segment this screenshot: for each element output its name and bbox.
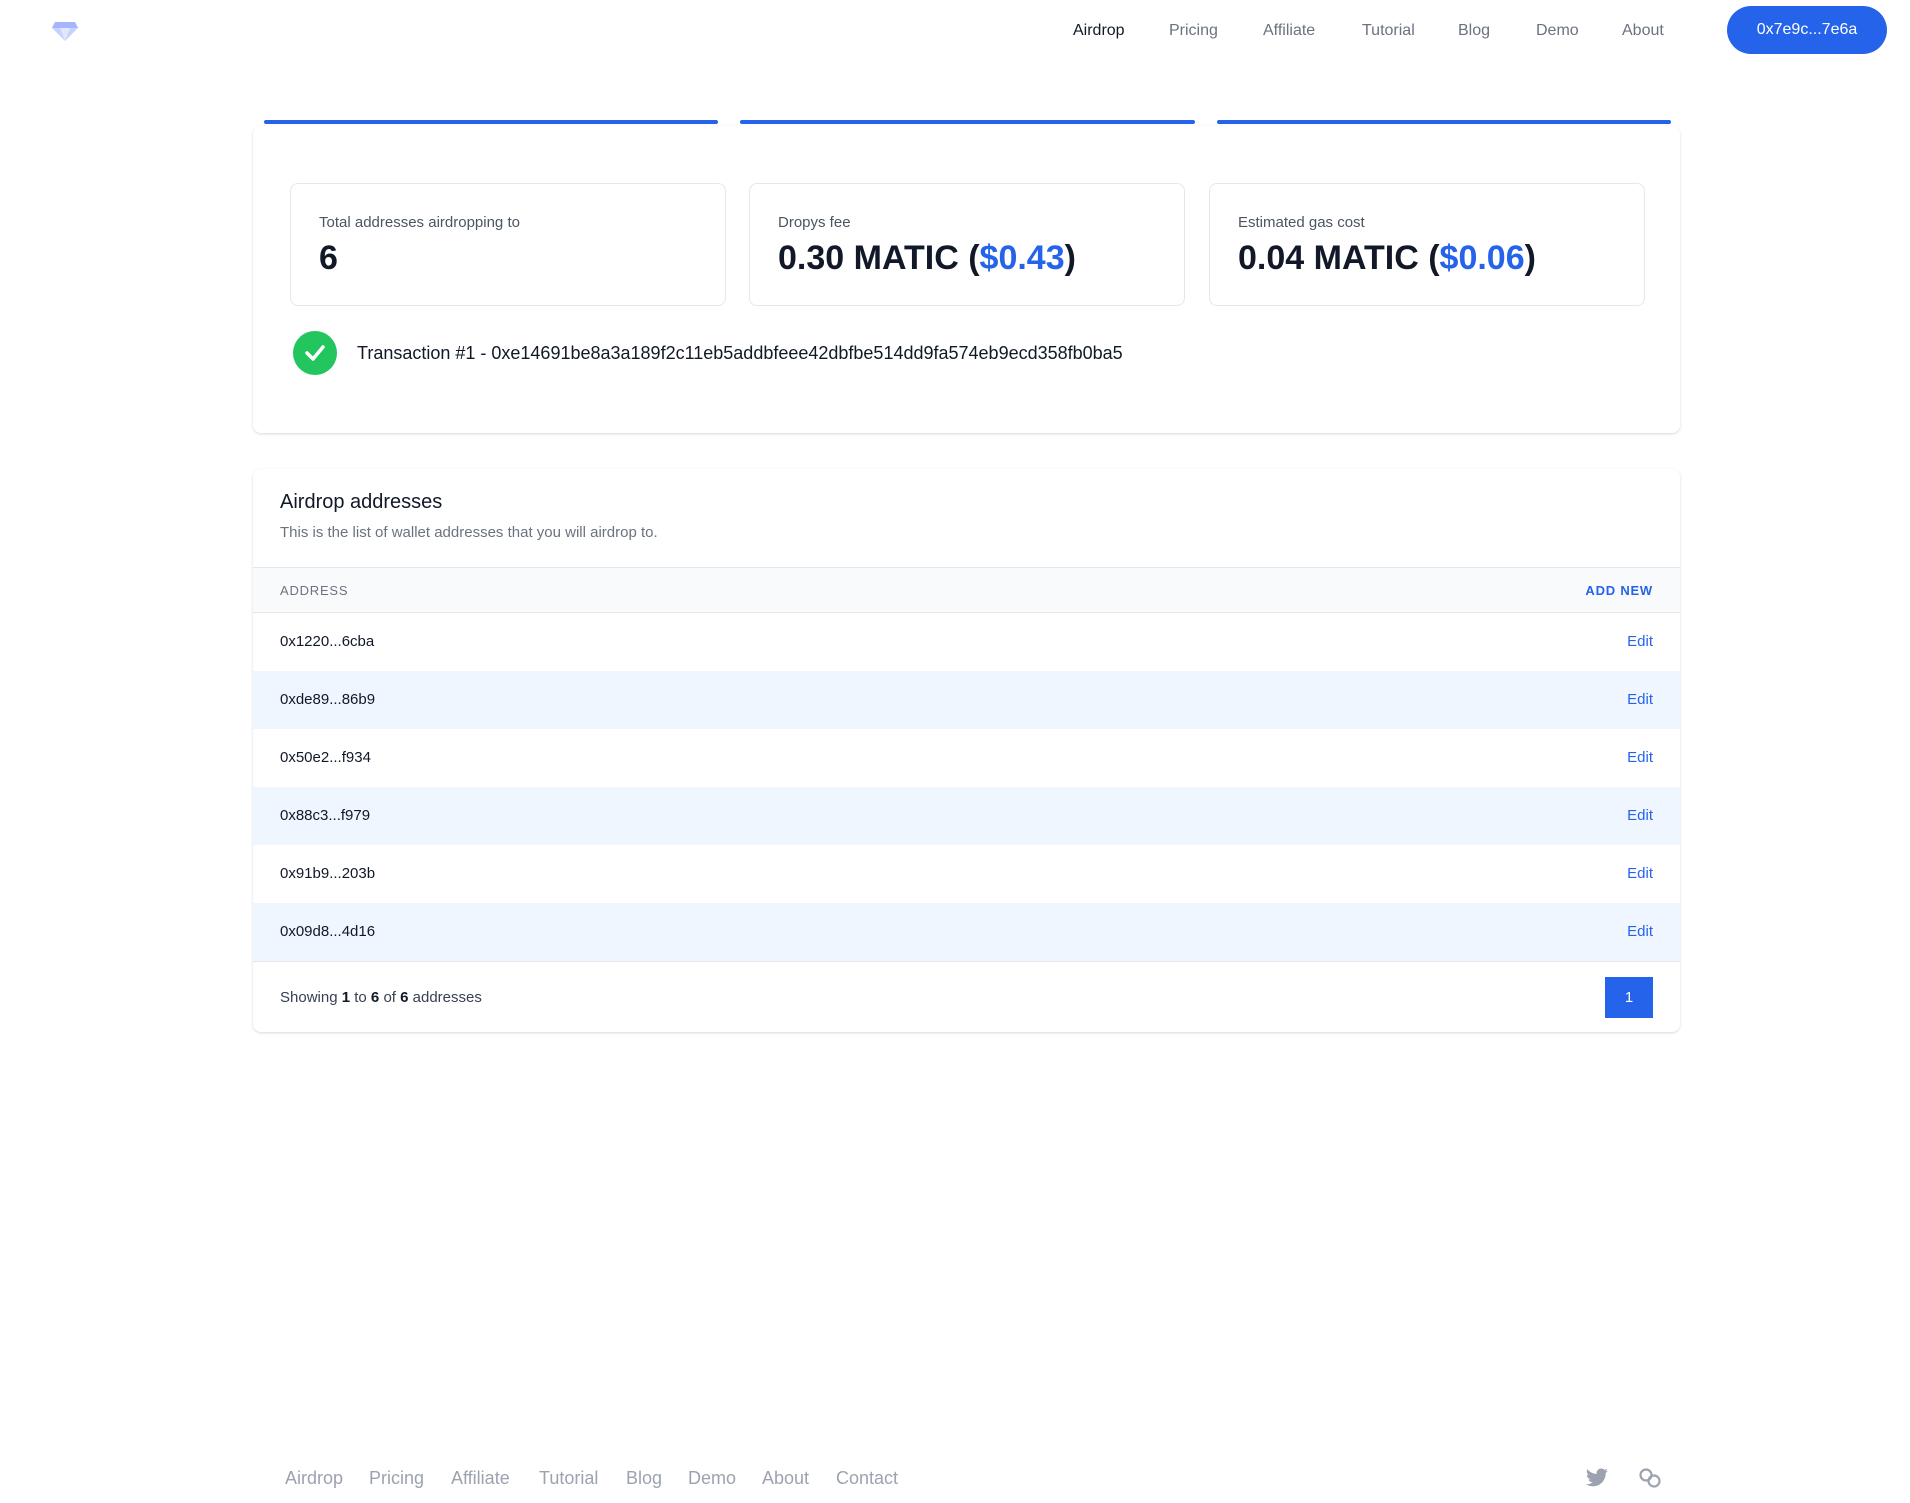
stat-gas-cost: Estimated gas cost 0.04 MATIC ($0.06) (1209, 183, 1645, 306)
nav-tutorial[interactable]: Tutorial (1362, 22, 1415, 40)
twitter-icon[interactable] (1584, 1466, 1610, 1490)
airdrop-addresses-card: Airdrop addresses This is the list of wa… (253, 469, 1680, 1032)
nav-airdrop[interactable]: Airdrop (1073, 22, 1125, 40)
edit-button[interactable]: Edit (1627, 807, 1653, 824)
stat-label: Dropys fee (778, 214, 851, 231)
stat-value: 6 (319, 239, 338, 277)
footer-link-about[interactable]: About (762, 1468, 809, 1489)
diamond-logo-icon[interactable] (52, 20, 78, 42)
stat-label: Estimated gas cost (1238, 214, 1365, 231)
table-row: 0x1220...6cba Edit (253, 613, 1680, 671)
check-circle-icon (293, 331, 337, 375)
footer-link-pricing[interactable]: Pricing (369, 1468, 424, 1489)
top-navbar: Airdrop Pricing Affiliate Tutorial Blog … (0, 0, 1910, 64)
stat-value: 0.04 MATIC ($0.06) (1238, 239, 1536, 277)
step-progress-2 (740, 120, 1195, 124)
step-progress-3 (1217, 120, 1671, 124)
nav-blog[interactable]: Blog (1458, 22, 1490, 40)
stat-label: Total addresses airdropping to (319, 214, 520, 231)
stat-value: 0.30 MATIC ($0.43) (778, 239, 1076, 277)
table-footer: Showing 1 to 6 of 6 addresses 1 (253, 961, 1680, 1032)
footer-link-blog[interactable]: Blog (626, 1468, 662, 1489)
edit-button[interactable]: Edit (1627, 865, 1653, 882)
nav-affiliate[interactable]: Affiliate (1263, 22, 1315, 40)
link-icon[interactable] (1637, 1466, 1663, 1490)
edit-button[interactable]: Edit (1627, 749, 1653, 766)
usd-value: $0.43 (979, 239, 1065, 277)
table-row: 0x91b9...203b Edit (253, 845, 1680, 903)
nav-demo[interactable]: Demo (1536, 22, 1579, 40)
nav-pricing[interactable]: Pricing (1169, 22, 1218, 40)
edit-button[interactable]: Edit (1627, 633, 1653, 650)
edit-button[interactable]: Edit (1627, 923, 1653, 940)
address-value: 0x50e2...f934 (280, 749, 371, 766)
address-value: 0x91b9...203b (280, 865, 376, 882)
step-progress-1 (264, 120, 718, 124)
table-row: 0xde89...86b9 Edit (253, 671, 1680, 729)
address-value: 0x09d8...4d16 (280, 923, 376, 940)
footer-link-demo[interactable]: Demo (688, 1468, 736, 1489)
footer-link-affiliate[interactable]: Affiliate (451, 1468, 510, 1489)
usd-value: $0.06 (1439, 239, 1525, 277)
transaction-row: Transaction #1 - 0xe14691be8a3a189f2c11e… (293, 331, 1123, 375)
column-address: ADDRESS (280, 583, 349, 598)
add-new-button[interactable]: ADD NEW (1585, 583, 1653, 598)
footer-link-tutorial[interactable]: Tutorial (539, 1468, 598, 1489)
stat-dropys-fee: Dropys fee 0.30 MATIC ($0.43) (749, 183, 1185, 306)
address-value: 0x1220...6cba (280, 633, 375, 650)
table-row: 0x88c3...f979 Edit (253, 787, 1680, 845)
address-value: 0xde89...86b9 (280, 691, 376, 708)
pagination-page-1[interactable]: 1 (1605, 977, 1653, 1018)
transaction-hash[interactable]: Transaction #1 - 0xe14691be8a3a189f2c11e… (357, 343, 1123, 364)
footer-link-contact[interactable]: Contact (836, 1468, 898, 1489)
table-header: ADDRESS ADD NEW (253, 567, 1680, 613)
stat-total-addresses: Total addresses airdropping to 6 (290, 183, 726, 306)
edit-button[interactable]: Edit (1627, 691, 1653, 708)
table-row: 0x50e2...f934 Edit (253, 729, 1680, 787)
address-value: 0x88c3...f979 (280, 807, 371, 824)
addresses-title: Airdrop addresses (280, 491, 443, 513)
address-rows: 0x1220...6cba Edit 0xde89...86b9 Edit 0x… (253, 613, 1680, 961)
addresses-subtitle: This is the list of wallet addresses tha… (280, 524, 658, 541)
table-row: 0x09d8...4d16 Edit (253, 903, 1680, 961)
wallet-button[interactable]: 0x7e9c...7e6a (1727, 6, 1887, 54)
nav-about[interactable]: About (1622, 22, 1664, 40)
summary-card: Total addresses airdropping to 6 Dropys … (253, 126, 1680, 433)
showing-summary: Showing 1 to 6 of 6 addresses (280, 989, 482, 1006)
footer-link-airdrop[interactable]: Airdrop (285, 1468, 343, 1489)
